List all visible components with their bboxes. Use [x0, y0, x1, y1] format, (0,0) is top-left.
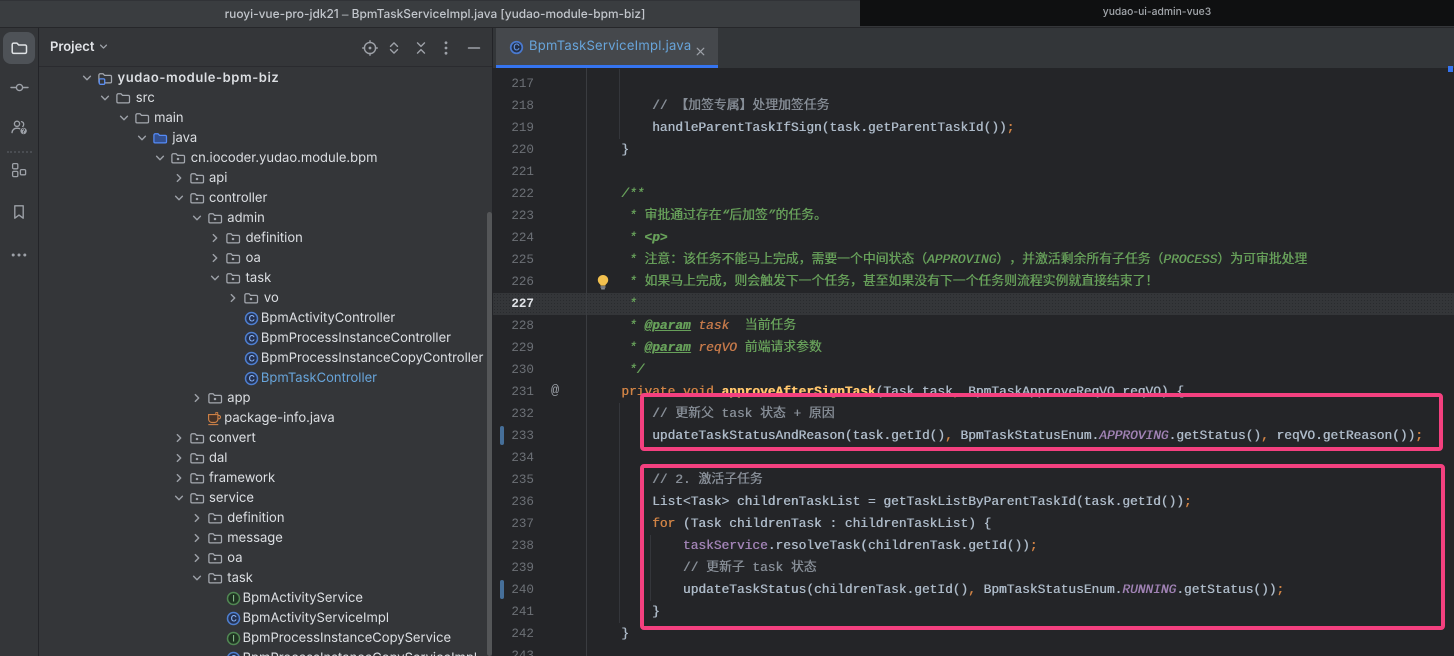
svg-text:C: C — [230, 614, 236, 624]
svg-text:C: C — [248, 354, 254, 364]
svg-text:I: I — [232, 634, 234, 644]
svg-text:C: C — [248, 314, 254, 324]
svg-text:C: C — [248, 374, 254, 384]
svg-text:?: ? — [22, 127, 26, 135]
svg-text:C: C — [248, 334, 254, 344]
svg-text:I: I — [232, 594, 234, 604]
svg-text:C: C — [513, 43, 520, 54]
